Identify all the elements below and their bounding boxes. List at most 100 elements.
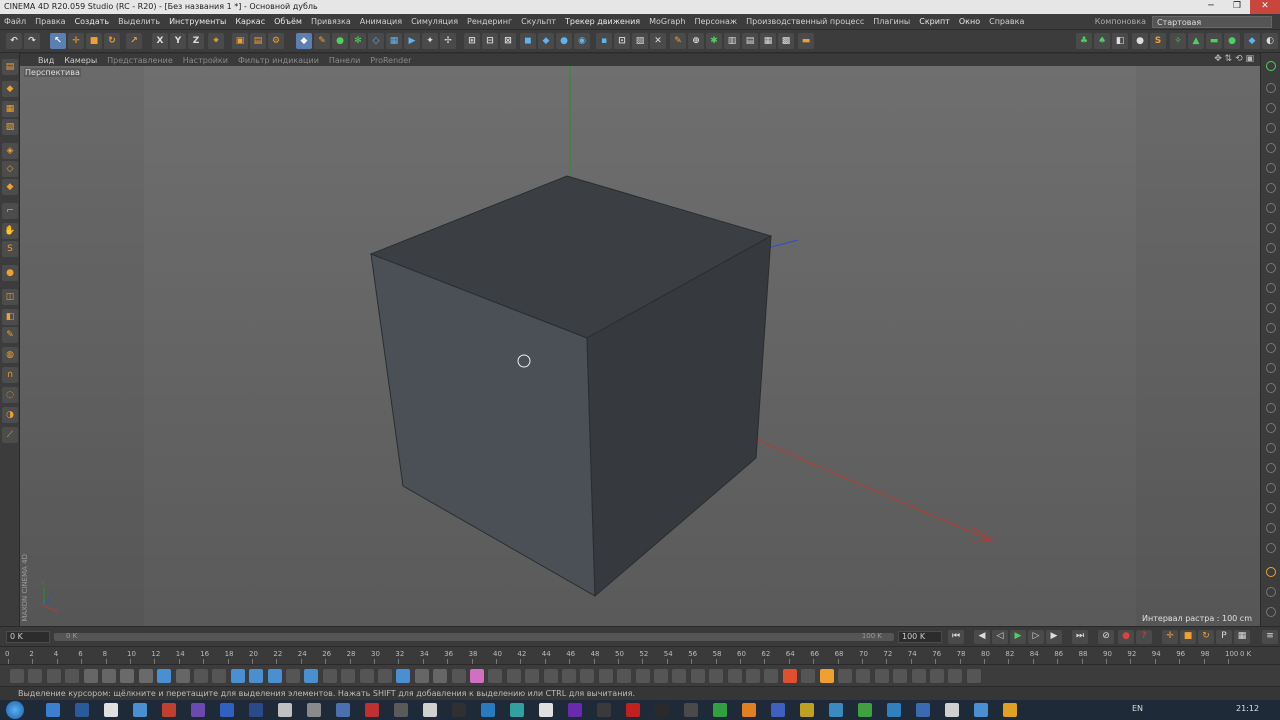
menu-volume[interactable]: Объём — [274, 17, 302, 26]
taskbar-app-icon[interactable] — [336, 703, 350, 717]
bottom-tool-icon[interactable] — [782, 669, 797, 683]
bottom-tool-icon[interactable] — [525, 669, 540, 683]
bottom-tool-icon[interactable] — [157, 669, 172, 683]
bottom-tool-icon[interactable] — [488, 669, 503, 683]
floor-icon[interactable]: ▦ — [386, 33, 402, 49]
taskbar-app-icon[interactable] — [771, 703, 785, 717]
bottom-tool-icon[interactable] — [690, 669, 705, 683]
viewport-navigation-icon[interactable]: ✥ ⇅ ⟲ ▣ — [1214, 54, 1254, 64]
axis-mode-icon[interactable]: ✕ — [650, 33, 666, 49]
menu-tools[interactable]: Инструменты — [169, 17, 226, 26]
bottom-tool-icon[interactable] — [598, 669, 613, 683]
make-editable-icon[interactable]: ▤ — [2, 59, 18, 75]
tool-slot-15-icon[interactable] — [1266, 363, 1276, 373]
lock-icon[interactable]: ◧ — [2, 309, 18, 325]
previous-key-icon[interactable]: ◀ — [974, 630, 990, 644]
brush-icon[interactable]: ● — [2, 265, 18, 281]
move-icon[interactable]: ✛ — [68, 33, 84, 49]
bottom-tool-icon[interactable] — [819, 669, 834, 683]
tool-slot-19-icon[interactable] — [1266, 443, 1276, 453]
taskbar-app-icon[interactable] — [220, 703, 234, 717]
tool-slot-6-icon[interactable] — [1266, 183, 1276, 193]
keyframe-rotation-icon[interactable]: ↻ — [1198, 630, 1214, 644]
tag-icon[interactable]: ✢ — [440, 33, 456, 49]
taskbar-app-icon[interactable] — [1003, 703, 1017, 717]
tool-slot-25-icon[interactable] — [1266, 567, 1276, 577]
bottom-tool-icon[interactable] — [856, 669, 871, 683]
bp-icon[interactable]: ● — [1224, 33, 1240, 49]
rotate-icon[interactable]: ↻ — [104, 33, 120, 49]
end-frame-field[interactable]: 100 K — [898, 631, 942, 643]
tool-slot-12-icon[interactable] — [1266, 303, 1276, 313]
timeline-slider[interactable]: 0 K 100 K — [54, 632, 894, 641]
bottom-tool-icon[interactable] — [930, 669, 944, 683]
taskbar-app-icon[interactable] — [278, 703, 292, 717]
tool-slot-14-icon[interactable] — [1266, 343, 1276, 353]
tool-slot-20-icon[interactable] — [1266, 463, 1276, 473]
record-icon[interactable]: ● — [1118, 630, 1134, 644]
bottom-tool-icon[interactable] — [966, 669, 981, 683]
x-axis-lock-icon[interactable]: X — [152, 33, 168, 49]
taskbar-app-icon[interactable] — [568, 703, 582, 717]
bottom-tool-icon[interactable] — [543, 669, 558, 683]
menu-sculpt[interactable]: Скульпт — [521, 17, 556, 26]
keyframe-param-icon[interactable]: P — [1216, 630, 1232, 644]
bottom-tool-icon[interactable] — [635, 669, 650, 683]
render-settings-icon[interactable]: ⚙ — [268, 33, 284, 49]
magnet-icon[interactable]: ∩ — [2, 367, 18, 383]
taskbar-app-icon[interactable] — [742, 703, 756, 717]
menu-edit[interactable]: Правка — [35, 17, 65, 26]
menu-pipeline[interactable]: Производственный процесс — [746, 17, 864, 26]
tool-slot-24-icon[interactable] — [1266, 543, 1276, 553]
character-icon[interactable]: ♣ — [1076, 33, 1092, 49]
bottom-tool-icon[interactable] — [948, 669, 963, 683]
go-to-end-icon[interactable]: ⏭ — [1072, 630, 1088, 644]
taskbar-app-icon[interactable] — [423, 703, 437, 717]
bottom-tool-icon[interactable] — [28, 669, 43, 683]
taskbar-app-icon[interactable] — [829, 703, 843, 717]
taskbar-app-icon[interactable] — [104, 703, 118, 717]
viewport-menu-filter[interactable]: Фильтр индикации — [238, 56, 319, 65]
bottom-tool-icon[interactable] — [709, 669, 724, 683]
tool-slot-2-icon[interactable] — [1266, 103, 1276, 113]
camera-icon[interactable]: ▶ — [404, 33, 420, 49]
tool-slot-16-icon[interactable] — [1266, 383, 1276, 393]
axis-icon[interactable]: ⌐ — [2, 203, 18, 219]
subdivision-icon[interactable]: ● — [332, 33, 348, 49]
menu-script[interactable]: Скрипт — [919, 17, 950, 26]
layout-dropdown[interactable]: Стартовая (пользователь) — [1152, 15, 1272, 38]
y-axis-lock-icon[interactable]: Y — [170, 33, 186, 49]
model-icon[interactable]: ◆ — [2, 81, 18, 97]
snap-tool-icon[interactable]: S — [2, 241, 18, 257]
taskbar-app-icon[interactable] — [974, 703, 988, 717]
bottom-tool-icon[interactable] — [341, 669, 356, 683]
bottom-tool-icon[interactable] — [470, 669, 484, 683]
smooth-icon[interactable]: ◌ — [2, 387, 18, 403]
next-frame-icon[interactable]: ▷ — [1028, 630, 1044, 644]
mirror-icon[interactable]: ◑ — [2, 407, 18, 423]
texture-mode-icon[interactable]: ◉ — [574, 33, 590, 49]
keyframe-position-icon[interactable]: ✛ — [1162, 630, 1178, 644]
taskbar-app-icon[interactable] — [365, 703, 379, 717]
menu-motion-tracker[interactable]: Трекер движения — [565, 17, 640, 26]
points-mode-icon[interactable]: ▪ — [596, 33, 612, 49]
tool-slot-11-icon[interactable] — [1266, 283, 1276, 293]
taskbar-app-icon[interactable] — [191, 703, 205, 717]
bottom-tool-icon[interactable] — [267, 669, 282, 683]
undo-icon[interactable]: ↶ — [6, 33, 22, 49]
viewport-menu-prorender[interactable]: ProRender — [370, 56, 411, 65]
redo-icon[interactable]: ↷ — [24, 33, 40, 49]
taskbar-app-icon[interactable] — [858, 703, 872, 717]
taskbar-app-icon[interactable] — [597, 703, 611, 717]
tool-slot-17-icon[interactable] — [1266, 403, 1276, 413]
bottom-tool-icon[interactable] — [65, 669, 80, 683]
sphere-mode-icon[interactable]: ● — [556, 33, 572, 49]
bottom-tool-icon[interactable] — [102, 669, 116, 683]
snap-settings-icon[interactable]: ⊠ — [500, 33, 516, 49]
taskbar-app-icon[interactable] — [307, 703, 321, 717]
light-icon[interactable]: ✦ — [422, 33, 438, 49]
bottom-tool-icon[interactable] — [672, 669, 687, 683]
bottom-tool-icon[interactable] — [396, 669, 411, 683]
taskbar-app-icon[interactable] — [539, 703, 553, 717]
frame-ruler[interactable]: 0 2 4 6 8 10 12 14 16 18 20 22 24 26 28 30 32 34 36 38 40 42 4… — [0, 646, 1280, 664]
